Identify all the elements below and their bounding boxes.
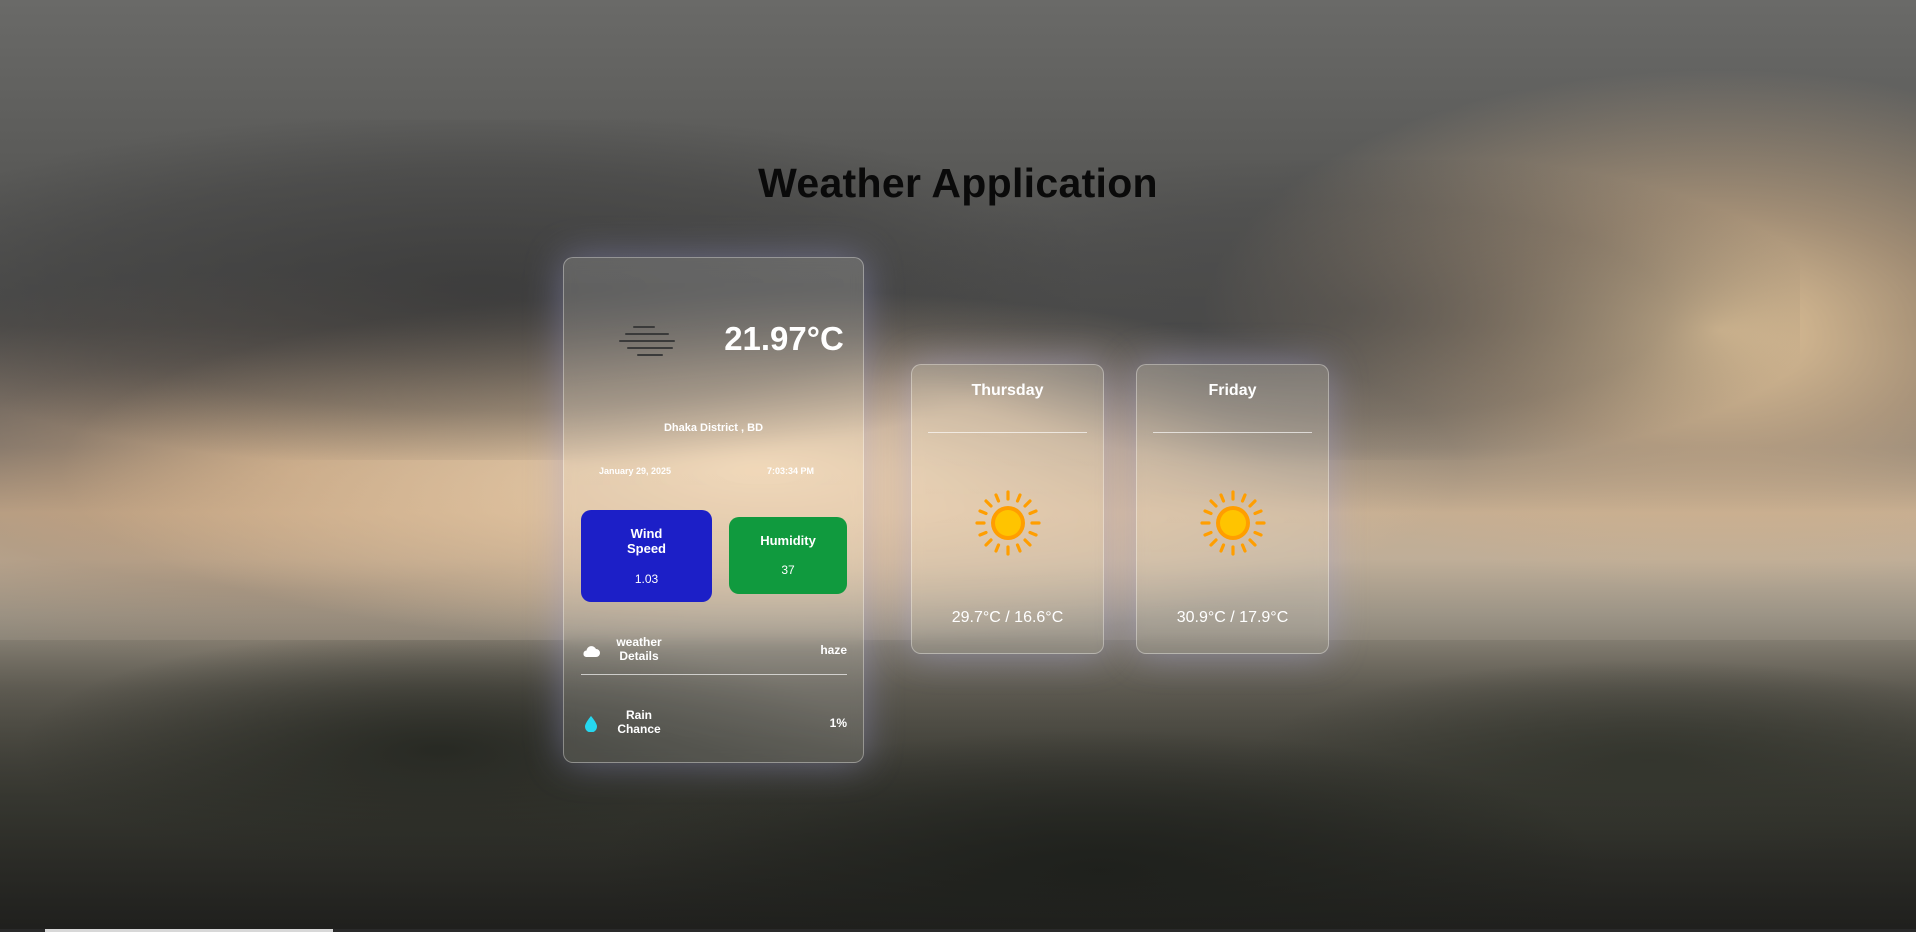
rain-label-line2: Chance	[617, 722, 661, 736]
details-label-line1: weather	[616, 635, 662, 649]
wind-label-line2: Speed	[626, 541, 666, 556]
forecast-card-thursday: Thursday 29.7°C / 16.6°C	[911, 364, 1104, 654]
divider	[581, 674, 847, 675]
forecast-day: Friday	[1208, 382, 1257, 399]
background-hills	[0, 640, 1916, 932]
wind-speed-label: Wind Speed	[581, 526, 712, 556]
time-label: 7:03:34 PM	[767, 466, 815, 476]
forecast-card-friday: Friday 30.9°C / 17.9°C	[1136, 364, 1329, 654]
page-title: Weather Application	[758, 160, 1158, 206]
humidity-value: 37	[781, 563, 795, 577]
rain-chance-label: Rain Chance	[607, 708, 671, 736]
humidity-label: Humidity	[760, 533, 816, 548]
water-drop-icon	[585, 716, 597, 732]
weather-details-label: weather Details	[607, 635, 671, 663]
forecast-day: Thursday	[971, 382, 1044, 399]
forecast-temp-range: 30.9°C / 17.9°C	[1176, 609, 1289, 626]
wind-speed-value: 1.03	[634, 572, 659, 586]
rain-chance-value: 1%	[829, 716, 847, 730]
weather-app-page: Weather Application 21.97°C Dhaka Distri…	[0, 0, 1916, 932]
cloud-icon	[583, 646, 600, 657]
divider	[928, 432, 1087, 433]
rain-label-line1: Rain	[625, 708, 652, 722]
weather-details-row: weather Details haze	[581, 635, 847, 669]
forecast-temp-range: 29.7°C / 16.6°C	[951, 609, 1064, 626]
rain-chance-row: Rain Chance 1%	[581, 708, 847, 742]
details-label-line2: Details	[619, 649, 659, 663]
current-temperature: 21.97°C	[724, 320, 844, 357]
divider	[1153, 432, 1312, 433]
date-label: January 29, 2025	[599, 466, 672, 476]
haze-icon	[619, 320, 679, 360]
weather-details-value: haze	[820, 643, 847, 657]
location-label: Dhaka District , BD	[663, 422, 764, 434]
sun-icon	[975, 490, 1041, 556]
humidity-box: Humidity 37	[729, 517, 847, 594]
sun-icon	[1200, 490, 1266, 556]
wind-speed-box: Wind Speed 1.03	[581, 510, 712, 602]
current-weather-card: 21.97°C Dhaka District , BD January 29, …	[563, 257, 864, 763]
wind-label-line1: Wind	[630, 526, 663, 541]
